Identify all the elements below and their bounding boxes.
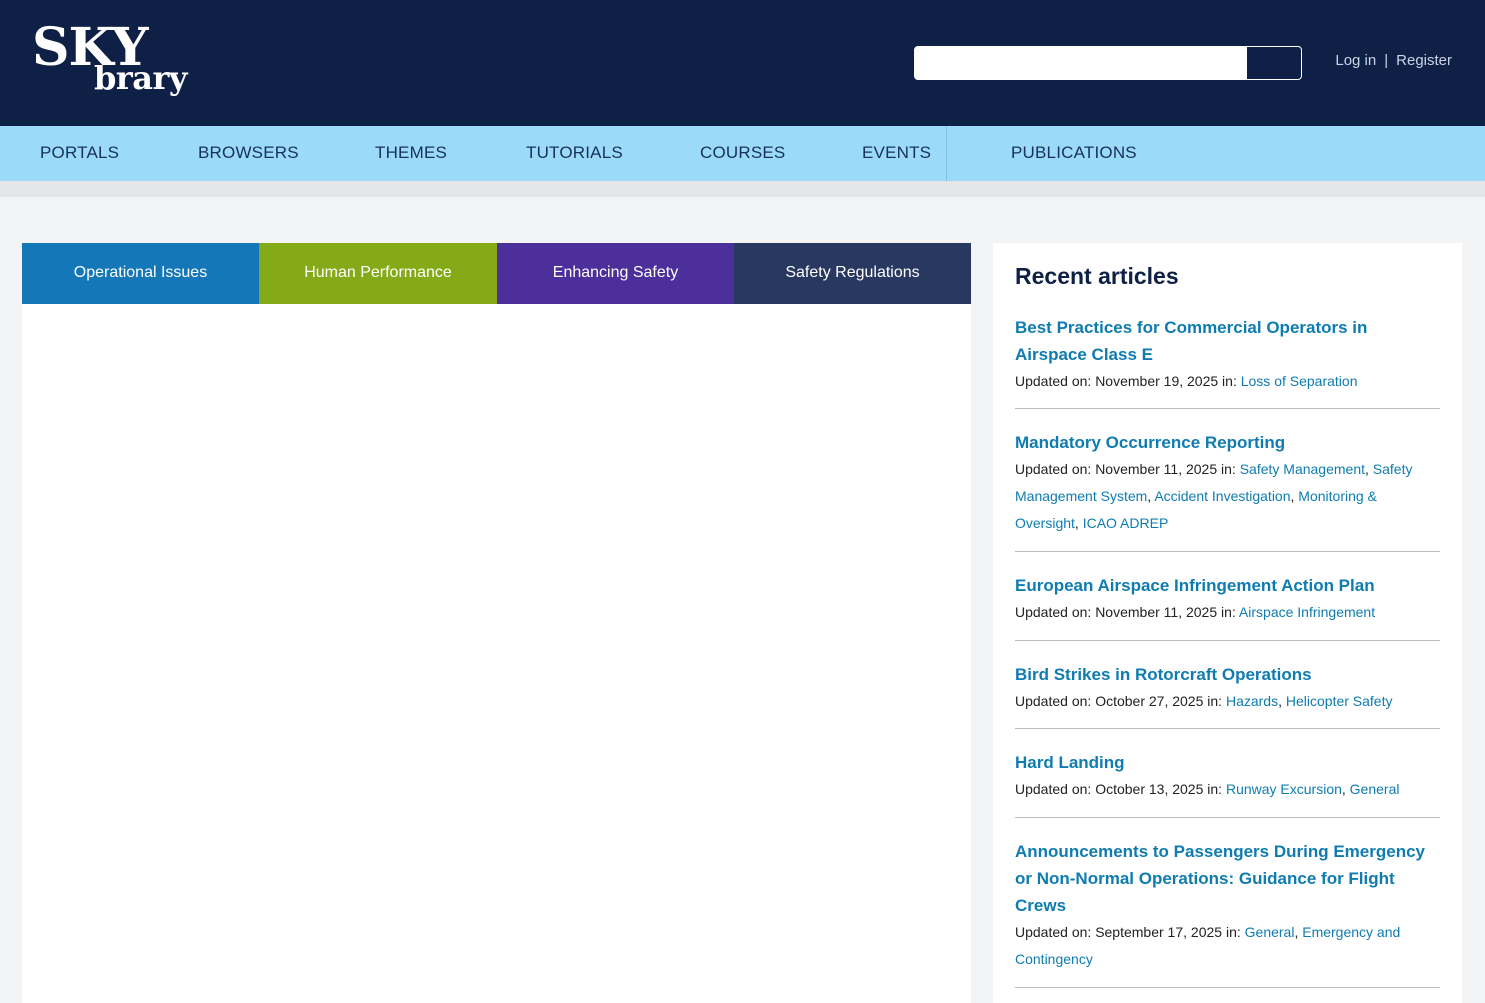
article-title-link[interactable]: Bird Strikes in Rotorcraft Operations	[1015, 661, 1440, 688]
article-meta: Updated on: November 11, 2025 in: Airspa…	[1015, 604, 1376, 620]
recent-articles-heading: Recent articles	[1015, 263, 1179, 289]
article-tag-link[interactable]: Runway Excursion	[1226, 781, 1342, 797]
article-meta: Updated on: October 13, 2025 in: Runway …	[1015, 781, 1400, 797]
article-divider	[1015, 408, 1440, 409]
article-title-link[interactable]: Best Practices for Commercial Operators …	[1015, 314, 1440, 368]
nav-item-tutorials[interactable]: TUTORIALS	[526, 126, 623, 181]
meta-prefix: Updated on:	[1015, 924, 1092, 940]
nav-item-themes[interactable]: THEMES	[375, 126, 447, 181]
article-date: September 17, 2025	[1095, 924, 1223, 940]
article-title-link[interactable]: European Airspace Infringement Action Pl…	[1015, 572, 1440, 599]
article-date: October 27, 2025	[1095, 693, 1204, 709]
meta-prefix: Updated on:	[1015, 461, 1092, 477]
search-input[interactable]	[915, 47, 1245, 79]
meta-prefix: Updated on:	[1015, 373, 1092, 389]
article-item: Best Practices for Commercial Operators …	[1015, 314, 1440, 395]
article-date: November 11, 2025	[1095, 604, 1218, 620]
article-tag-link[interactable]: Loss of Separation	[1241, 373, 1358, 389]
tab-enhancing-safety[interactable]: Enhancing Safety	[497, 243, 734, 304]
article-meta: Updated on: November 11, 2025 in: Safety…	[1015, 461, 1413, 531]
tab-human-performance[interactable]: Human Performance	[259, 243, 497, 304]
article-title-link[interactable]: Mandatory Occurrence Reporting	[1015, 429, 1440, 456]
article-item: Bird Strikes in Rotorcraft Operations Up…	[1015, 661, 1440, 715]
nav-item-events[interactable]: EVENTS	[862, 126, 931, 181]
nav-item-browsers[interactable]: BROWSERS	[198, 126, 299, 181]
article-divider	[1015, 640, 1440, 641]
article-tag-link[interactable]: Accident Investigation	[1154, 488, 1290, 504]
article-item: European Airspace Infringement Action Pl…	[1015, 572, 1440, 626]
main-nav: PORTALS BROWSERS THEMES TUTORIALS COURSE…	[0, 126, 1485, 181]
article-tag-link[interactable]: General	[1350, 781, 1400, 797]
article-divider	[1015, 817, 1440, 818]
article-tag-link[interactable]: Airspace Infringement	[1239, 604, 1375, 620]
site-header: SKY brary Log in | Register	[0, 0, 1485, 126]
register-link[interactable]: Register	[1396, 52, 1452, 69]
article-tag-link[interactable]: ICAO ADREP	[1083, 515, 1169, 531]
article-meta: Updated on: October 27, 2025 in: Hazards…	[1015, 693, 1393, 709]
search-button[interactable]	[1247, 47, 1301, 79]
nav-subbar	[0, 181, 1485, 197]
nav-item-publications[interactable]: PUBLICATIONS	[1011, 126, 1137, 181]
article-item: Mandatory Occurrence Reporting Updated o…	[1015, 429, 1440, 537]
article-tag-link[interactable]: Hazards	[1226, 693, 1278, 709]
article-date: November 11, 2025	[1095, 461, 1218, 477]
login-link[interactable]: Log in	[1335, 52, 1376, 69]
article-divider	[1015, 728, 1440, 729]
auth-links: Log in | Register	[1335, 52, 1452, 69]
nav-item-portals[interactable]: PORTALS	[40, 126, 119, 181]
auth-separator: |	[1384, 52, 1389, 69]
article-meta: Updated on: September 17, 2025 in: Gener…	[1015, 924, 1401, 967]
article-title-link[interactable]: Announcements to Passengers During Emerg…	[1015, 838, 1440, 919]
tab-operational-issues[interactable]: Operational Issues	[22, 243, 259, 304]
meta-prefix: Updated on:	[1015, 604, 1092, 620]
search-box	[914, 46, 1302, 80]
meta-prefix: Updated on:	[1015, 693, 1092, 709]
recent-articles-sidebar: Recent articles Best Practices for Comme…	[993, 243, 1462, 1003]
tab-safety-regulations[interactable]: Safety Regulations	[734, 243, 971, 304]
nav-divider	[946, 126, 947, 181]
skybrary-logo[interactable]: SKY brary	[32, 22, 212, 102]
main-content-panel	[22, 243, 971, 1003]
article-item: Announcements to Passengers During Emerg…	[1015, 838, 1440, 973]
topic-tabs: Operational Issues Human Performance Enh…	[22, 243, 971, 304]
article-divider	[1015, 987, 1440, 988]
article-tag-link[interactable]: Safety Management	[1240, 461, 1365, 477]
nav-item-courses[interactable]: COURSES	[700, 126, 785, 181]
article-date: November 19, 2025	[1095, 373, 1219, 389]
article-title-link[interactable]: Hard Landing	[1015, 749, 1440, 776]
article-date: October 13, 2025	[1095, 781, 1204, 797]
article-tag-link[interactable]: General	[1245, 924, 1295, 940]
article-item: Hard Landing Updated on: October 13, 202…	[1015, 749, 1440, 803]
article-divider	[1015, 551, 1440, 552]
article-meta: Updated on: November 19, 2025 in: Loss o…	[1015, 373, 1358, 389]
article-tag-link[interactable]: Helicopter Safety	[1286, 693, 1393, 709]
meta-prefix: Updated on:	[1015, 781, 1092, 797]
logo-brary-text: brary	[94, 59, 187, 97]
